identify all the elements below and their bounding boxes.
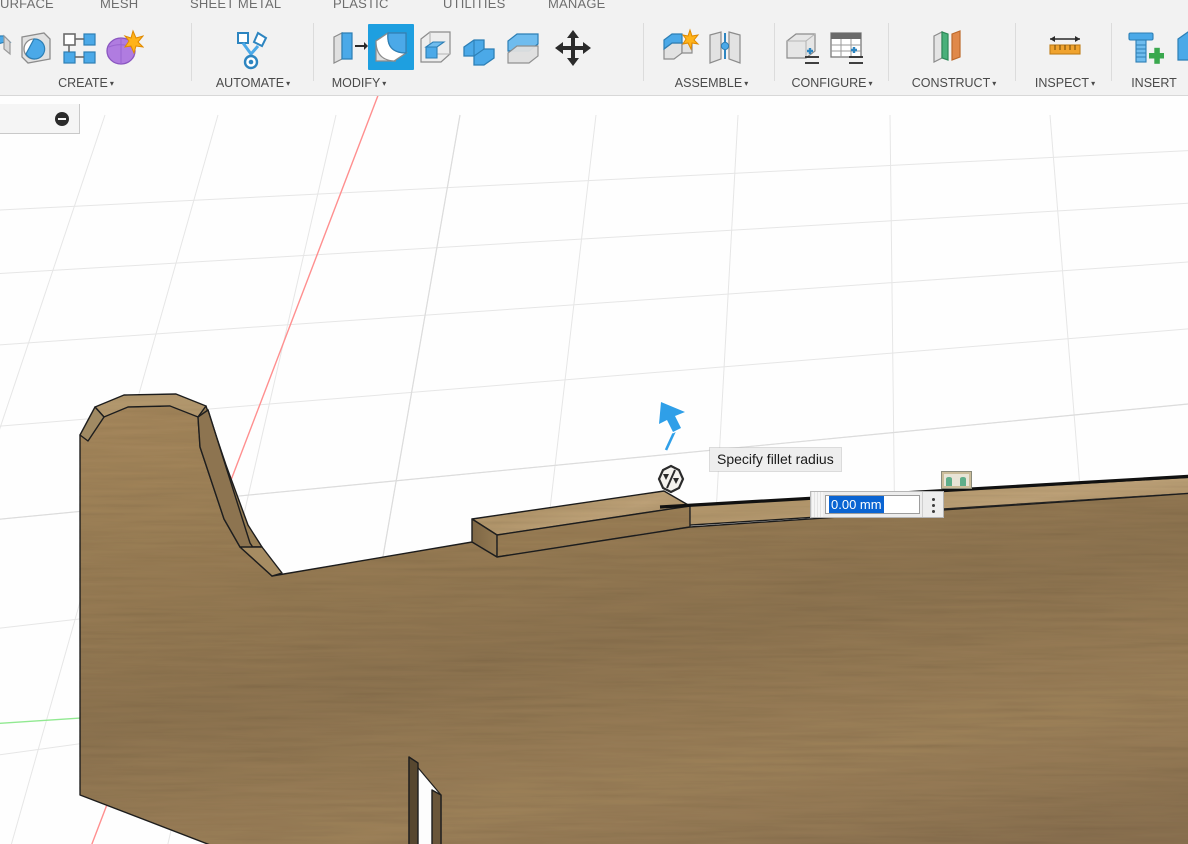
move-copy-tool[interactable] — [550, 24, 596, 70]
press-pull-tool[interactable] — [324, 24, 370, 70]
chevron-down-icon: ▾ — [1091, 79, 1096, 89]
input-drag-grip[interactable] — [811, 492, 823, 517]
shell-tool[interactable] — [412, 24, 458, 70]
collapse-minus-icon[interactable] — [55, 112, 69, 126]
panel-inspect-label-text: INSPECT — [1034, 76, 1090, 90]
panel-inspect-label[interactable]: INSPECT ▾ — [1018, 76, 1112, 90]
chevron-down-icon: ▾ — [744, 79, 749, 89]
panel-divider — [643, 23, 644, 81]
combine-tool[interactable] — [456, 24, 502, 70]
panel-insert[interactable]: INSERT — [1114, 17, 1188, 95]
insert-derive-tool[interactable] — [1170, 24, 1188, 70]
viewport-canvas — [0, 95, 1188, 844]
revolve-tool[interactable] — [12, 24, 58, 70]
split-face-tool[interactable] — [500, 24, 546, 70]
ribbon-toolbar[interactable]: URFACE MESH SHEET METAL PLASTIC UTILITIES MAN… — [0, 0, 1188, 96]
panel-assemble-label-text: ASSEMBLE — [674, 76, 743, 90]
model-notch-inner-wall-right — [431, 789, 442, 844]
configuration-table-tool[interactable] — [823, 24, 869, 70]
panel-construct[interactable]: CONSTRUCT ▾ — [892, 17, 1016, 95]
panel-insert-label-text: INSERT — [1131, 76, 1177, 90]
panel-configure-label-text: CONFIGURE — [791, 76, 867, 90]
chevron-down-icon: ▾ — [992, 79, 997, 89]
radius-value-text: 0.00 mm — [829, 496, 884, 513]
chevron-down-icon: ▾ — [109, 79, 114, 89]
tab-plastic[interactable]: PLASTIC — [333, 0, 389, 11]
joint-tool[interactable] — [702, 24, 748, 70]
panel-configure-label[interactable]: CONFIGURE ▾ — [775, 76, 889, 90]
fillet-radius-tooltip: Specify fillet radius — [710, 448, 841, 471]
tab-mesh[interactable]: MESH — [100, 0, 138, 11]
panel-modify-label-text: MODIFY — [331, 76, 381, 90]
fillet-manipulator-icon[interactable] — [656, 464, 686, 494]
panel-create-label[interactable]: CREATE ▾ — [0, 76, 192, 90]
new-component-tool[interactable] — [656, 24, 702, 70]
offset-plane-tool[interactable] — [924, 24, 970, 70]
panel-insert-label[interactable]: INSERT — [1100, 76, 1188, 90]
fillet-type-badge-icon[interactable] — [941, 471, 972, 489]
panel-configure[interactable]: CONFIGURE ▾ — [775, 17, 889, 95]
panel-assemble-label[interactable]: ASSEMBLE ▾ — [648, 76, 775, 90]
fillet-radius-input[interactable]: 0.00 mm — [810, 491, 944, 518]
ribbon-tab-strip[interactable]: URFACE MESH SHEET METAL PLASTIC UTILITIES MAN… — [0, 0, 1188, 17]
tab-surface[interactable]: URFACE — [0, 0, 54, 11]
fillet-tool[interactable] — [368, 24, 414, 70]
automate-tool[interactable] — [228, 24, 274, 70]
panel-modify[interactable]: MODIFY ▾ — [314, 17, 644, 95]
chevron-down-icon: ▾ — [382, 79, 387, 89]
ribbon-panels[interactable]: CREATE ▾ AUTOMATE ▾ MODIFY ▾ ASSEMBLE ▾ … — [0, 17, 1188, 95]
radius-text-field[interactable]: 0.00 mm — [825, 495, 920, 514]
panel-inspect[interactable]: INSPECT ▾ — [1018, 17, 1112, 95]
tab-sheet-metal[interactable]: SHEET METAL — [190, 0, 281, 11]
panel-construct-label[interactable]: CONSTRUCT ▾ — [892, 76, 1016, 90]
3d-viewport[interactable] — [0, 95, 1188, 844]
tab-manage[interactable]: MANAGE — [548, 0, 606, 11]
panel-assemble[interactable]: ASSEMBLE ▾ — [648, 17, 775, 95]
panel-divider — [888, 23, 889, 81]
tab-utilities[interactable]: UTILITIES — [443, 0, 505, 11]
panel-create-label-text: CREATE — [58, 76, 108, 90]
measure-tool[interactable] — [1042, 24, 1088, 70]
vertical-dots-icon[interactable] — [922, 492, 943, 517]
panel-divider — [1111, 23, 1112, 81]
pattern-tool[interactable] — [56, 24, 102, 70]
panel-modify-label[interactable]: MODIFY ▾ — [194, 76, 524, 90]
insert-mcmaster-tool[interactable] — [1120, 24, 1166, 70]
panel-construct-label-text: CONSTRUCT — [911, 76, 991, 90]
panel-divider — [1015, 23, 1016, 81]
panel-create[interactable]: CREATE ▾ — [0, 17, 192, 95]
browser-panel-collapsed[interactable] — [0, 104, 80, 134]
configuration-tool[interactable] — [779, 24, 825, 70]
form-tool[interactable] — [100, 24, 146, 70]
fillet-drag-arrow-icon[interactable] — [655, 398, 695, 454]
chevron-down-icon: ▾ — [868, 79, 873, 89]
model-notch-inner-wall — [408, 756, 419, 844]
